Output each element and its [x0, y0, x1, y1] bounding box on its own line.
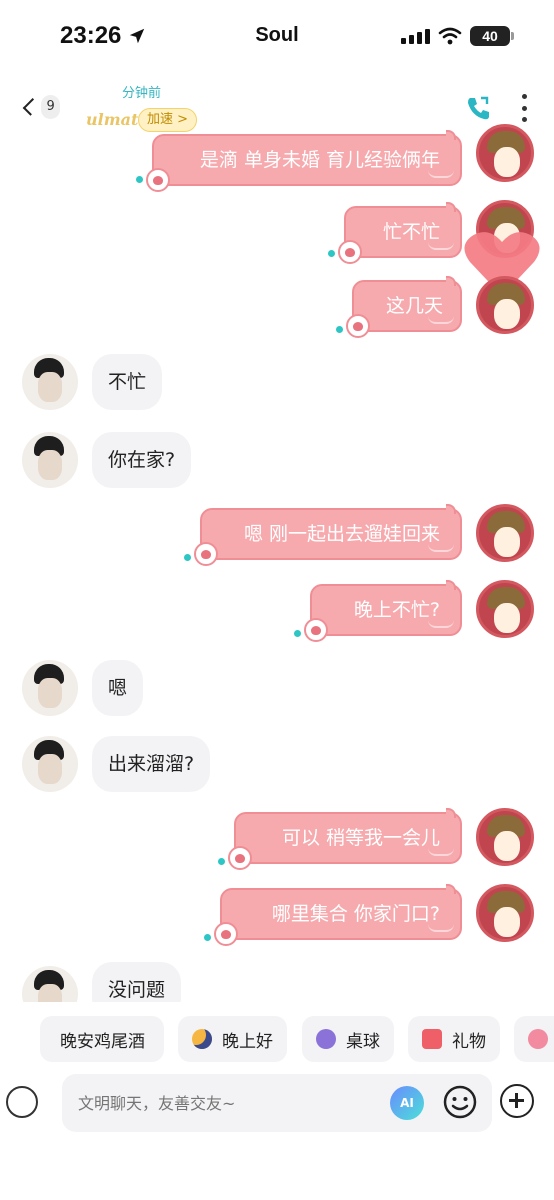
quick-reply-billiard[interactable]: 桌球 — [302, 1016, 394, 1062]
paw-icon — [338, 240, 362, 264]
message-row: 这几天 — [0, 276, 554, 346]
my-avatar[interactable] — [476, 276, 534, 334]
input-bar: AI — [0, 1070, 554, 1136]
message-row: 你在家? — [0, 432, 554, 492]
message-bubble-incoming[interactable]: 没问题 — [92, 962, 182, 1002]
message-bubble-outgoing[interactable]: 这几天 — [346, 276, 462, 338]
message-text: 可以 稍等我一会儿 — [281, 827, 440, 849]
message-row: 嗯 — [0, 660, 554, 720]
paw-icon — [146, 168, 170, 192]
message-bubble-incoming[interactable]: 嗯 — [92, 660, 144, 716]
message-bubble-outgoing[interactable]: 晚上不忙? — [304, 580, 462, 642]
my-avatar[interactable] — [476, 504, 534, 562]
message-bubble-incoming[interactable]: 不忙 — [92, 354, 163, 410]
message-row: 哪里集合 你家门口? — [0, 884, 554, 954]
phone-call-icon[interactable] — [464, 94, 492, 122]
message-text: 忙不忙 — [382, 221, 440, 243]
message-bubble-outgoing[interactable]: 可以 稍等我一会儿 — [228, 808, 462, 870]
contact-avatar[interactable] — [22, 660, 78, 716]
my-avatar[interactable] — [476, 884, 534, 942]
cellular-signal-icon — [401, 28, 430, 44]
last-seen-text: 分钟前 — [122, 86, 162, 101]
add-attachment-icon[interactable] — [500, 1084, 534, 1118]
message-bubble-incoming[interactable]: 出来溜溜? — [92, 736, 211, 792]
message-row: 不忙 — [0, 354, 554, 414]
contact-avatar[interactable] — [22, 432, 78, 488]
message-text: 哪里集合 你家门口? — [271, 903, 440, 925]
quick-reply-bar: 晚安鸡尾酒 晚上好 桌球 礼物 — [0, 1014, 554, 1064]
read-indicator — [204, 934, 211, 941]
chevron-left-icon — [22, 98, 41, 116]
message-bubble-outgoing[interactable]: 嗯 刚一起出去遛娃回来 — [194, 504, 462, 566]
speed-up-button[interactable]: 加速 > — [138, 108, 198, 132]
voice-icon[interactable] — [6, 1086, 38, 1118]
quick-reply-label: 礼物 — [452, 1031, 486, 1052]
back-button[interactable]: 9 — [20, 92, 60, 122]
message-row: 晚上不忙? — [0, 580, 554, 650]
message-row: 是滴 单身未婚 育儿经验俩年 — [0, 124, 554, 192]
quick-reply-label: 晚上好 — [222, 1031, 273, 1052]
quick-reply-gift[interactable]: 礼物 — [408, 1016, 500, 1062]
more-options-icon[interactable] — [520, 94, 528, 122]
status-bar: 23:26 Soul 40 — [0, 0, 554, 70]
message-text: 晚上不忙? — [353, 599, 440, 621]
paw-icon — [214, 922, 238, 946]
message-row: 嗯 刚一起出去遛娃回来 — [0, 504, 554, 574]
message-text: 这几天 — [386, 295, 444, 317]
wifi-icon — [438, 27, 462, 45]
heart-icon — [528, 1029, 548, 1049]
contact-avatar[interactable] — [22, 354, 78, 410]
message-bubble-incoming[interactable]: 你在家? — [92, 432, 192, 488]
paw-icon — [346, 314, 370, 338]
quick-reply-cocktail[interactable]: 晚安鸡尾酒 — [40, 1016, 164, 1062]
message-text: 是滴 单身未婚 育儿经验俩年 — [199, 149, 440, 171]
ai-assistant-icon[interactable]: AI — [390, 1086, 424, 1120]
message-bubble-outgoing[interactable]: 哪里集合 你家门口? — [214, 884, 462, 946]
paw-icon — [194, 542, 218, 566]
my-avatar[interactable] — [476, 808, 534, 866]
quick-reply-good-evening[interactable]: 晚上好 — [178, 1016, 287, 1062]
read-indicator — [184, 554, 191, 561]
battery-indicator: 40 — [470, 26, 514, 46]
read-indicator — [336, 326, 343, 333]
quick-reply-label: 晚安鸡尾酒 — [60, 1031, 145, 1052]
moon-icon — [192, 1029, 212, 1049]
message-row: 可以 稍等我一会儿 — [0, 808, 554, 878]
read-indicator — [294, 630, 301, 637]
message-text: 嗯 刚一起出去遛娃回来 — [243, 523, 440, 545]
paw-icon — [304, 618, 328, 642]
emoji-icon[interactable] — [442, 1084, 478, 1120]
gift-icon — [422, 1029, 442, 1049]
my-avatar[interactable] — [476, 580, 534, 638]
message-bubble-outgoing[interactable]: 是滴 单身未婚 育儿经验俩年 — [146, 130, 462, 192]
read-indicator — [328, 250, 335, 257]
message-input[interactable] — [62, 1074, 492, 1132]
quick-reply-heart[interactable] — [514, 1016, 554, 1062]
paw-icon — [228, 846, 252, 870]
read-indicator — [218, 858, 225, 865]
my-avatar[interactable] — [476, 124, 534, 182]
message-row: 出来溜溜? — [0, 736, 554, 796]
message-row: 没问题 — [0, 962, 554, 1002]
quick-reply-label: 桌球 — [346, 1031, 380, 1052]
contact-avatar[interactable] — [22, 736, 78, 792]
status-indicators: 40 — [401, 26, 514, 46]
billiard-icon — [316, 1029, 336, 1049]
read-indicator — [136, 176, 143, 183]
contact-avatar[interactable] — [22, 966, 78, 1002]
message-bubble-outgoing[interactable]: 忙不忙 — [338, 202, 462, 264]
unread-count-badge: 9 — [41, 95, 60, 119]
